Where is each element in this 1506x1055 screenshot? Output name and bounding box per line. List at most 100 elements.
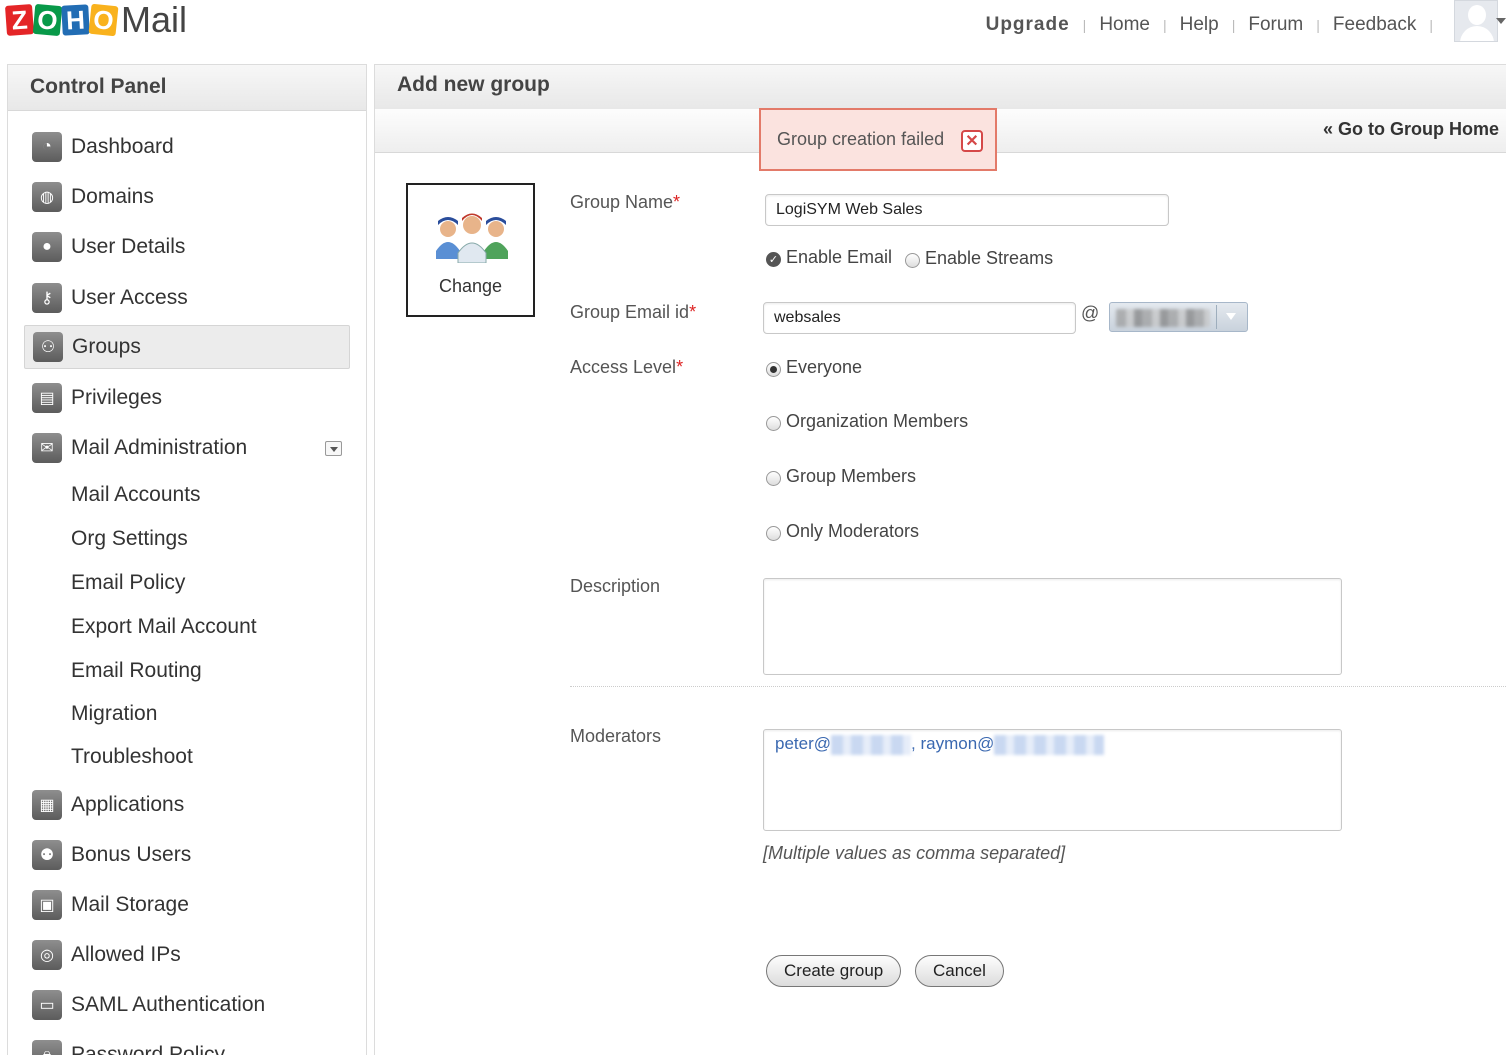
create-group-button[interactable]: Create group	[766, 955, 902, 987]
change-image-label: Change	[438, 276, 503, 296]
redacted-domain	[1116, 309, 1210, 327]
sidebar-item-mail-administration[interactable]: ✉ Mail Administration	[24, 426, 350, 470]
moderator-email: peter@	[775, 734, 832, 753]
access-group-members-radio[interactable]: Group Members	[766, 466, 916, 487]
sidebar-item-label: Password Policy	[71, 1043, 226, 1055]
sidebar-item-label: Allowed IPs	[71, 943, 181, 966]
access-option-label: Only Moderators	[786, 521, 920, 541]
envelope-icon: ✉	[32, 433, 62, 463]
alert-message: Group creation failed	[777, 129, 945, 149]
go-to-group-home-link[interactable]: « Go to Group Home	[1323, 119, 1499, 140]
logo-product-name: Mail	[121, 0, 188, 40]
sidebar-item-label: Applications	[71, 793, 185, 816]
sidebar-subitem-email-routing[interactable]: Email Routing	[71, 659, 202, 683]
moderators-textarea[interactable]: peter@ , raymon@	[763, 729, 1342, 831]
enable-email-checkbox[interactable]: ✓ Enable Email	[766, 247, 892, 268]
sidebar-item-groups[interactable]: ⚇ Groups	[24, 325, 350, 369]
sidebar-item-bonus-users[interactable]: ⚉ Bonus Users	[24, 833, 350, 877]
home-link[interactable]: Home	[1099, 14, 1150, 36]
redacted-domain	[994, 734, 1105, 755]
feedback-link[interactable]: Feedback	[1333, 14, 1416, 36]
domain-select[interactable]	[1109, 302, 1248, 332]
enable-email-label: Enable Email	[786, 247, 893, 267]
sidebar-item-label: User Details	[71, 235, 186, 258]
sidebar-item-label: Domains	[71, 185, 154, 208]
group-people-icon	[436, 213, 508, 263]
avatar-dropdown-icon[interactable]	[1496, 18, 1506, 24]
sidebar-item-label: Mail Storage	[71, 893, 189, 916]
sidebar-item-password-policy[interactable]: 🔒︎ Password Policy	[24, 1033, 350, 1055]
enable-streams-checkbox[interactable]: Enable Streams	[905, 248, 1053, 269]
avatar-head	[1468, 5, 1486, 25]
control-panel-sidebar: Control Panel ◔ Dashboard ◍ Domains ● Us…	[7, 64, 367, 1055]
users-icon: ⚉	[32, 840, 62, 870]
group-name-label: Group Name*	[570, 192, 681, 212]
radio-icon	[766, 416, 781, 431]
group-icon: ⚇	[33, 332, 63, 362]
sidebar-item-user-access[interactable]: ⚷ User Access	[24, 276, 350, 320]
nav-separator: |	[1316, 17, 1320, 33]
sidebar-subitem-mail-accounts[interactable]: Mail Accounts	[71, 483, 201, 507]
radio-icon	[766, 471, 781, 486]
sidebar-item-privileges[interactable]: ▤ Privileges	[24, 376, 350, 420]
sidebar-subitem-migration[interactable]: Migration	[71, 702, 157, 726]
description-textarea[interactable]	[763, 578, 1342, 675]
sidebar-item-saml-authentication[interactable]: ▭ SAML Authentication	[24, 983, 350, 1027]
help-link[interactable]: Help	[1180, 14, 1219, 36]
zoho-mail-logo[interactable]: Z O H O Mail	[4, 0, 188, 40]
forum-link[interactable]: Forum	[1248, 14, 1303, 36]
monitor-icon: ▭	[32, 990, 62, 1020]
sidebar-item-label: User Access	[71, 286, 188, 309]
enable-streams-label: Enable Streams	[925, 248, 1054, 268]
collapse-toggle-icon[interactable]	[325, 441, 342, 456]
sidebar-item-label: Privileges	[71, 386, 163, 409]
group-email-label: Group Email id*	[570, 302, 697, 322]
group-image-change-button[interactable]: Change	[406, 183, 535, 317]
sidebar-item-domains[interactable]: ◍ Domains	[24, 175, 350, 219]
sidebar-item-label: Mail Administration	[71, 436, 248, 459]
description-label: Description	[570, 576, 661, 596]
radio-icon	[905, 253, 920, 268]
sidebar-item-label: Bonus Users	[71, 843, 192, 866]
lock-icon: 🔒︎	[32, 1040, 62, 1055]
user-avatar[interactable]	[1454, 0, 1498, 42]
storage-icon: ▣	[32, 890, 62, 920]
upgrade-link[interactable]: Upgrade	[986, 14, 1070, 36]
access-only-moderators-radio[interactable]: Only Moderators	[766, 521, 919, 542]
sidebar-item-user-details[interactable]: ● User Details	[24, 225, 350, 269]
nav-separator: |	[1429, 17, 1433, 33]
logo-letter: Z	[4, 4, 35, 36]
network-icon: ◎	[32, 940, 62, 970]
document-icon: ▤	[32, 383, 62, 413]
globe-icon: ◍	[32, 182, 62, 212]
access-option-label: Everyone	[786, 357, 863, 377]
top-navigation: Upgrade | Home | Help | Forum | Feedback…	[986, 14, 1446, 36]
nav-separator: |	[1231, 17, 1236, 33]
access-option-label: Organization Members	[786, 411, 969, 431]
sidebar-subitem-org-settings[interactable]: Org Settings	[71, 527, 188, 551]
sidebar-subitem-email-policy[interactable]: Email Policy	[71, 571, 185, 595]
nav-separator: |	[1082, 17, 1087, 33]
sidebar-item-mail-storage[interactable]: ▣ Mail Storage	[24, 883, 350, 927]
user-icon: ●	[32, 232, 62, 262]
logo-letter: H	[61, 4, 90, 36]
access-level-label: Access Level*	[570, 357, 684, 377]
sidebar-item-applications[interactable]: ▦ Applications	[24, 783, 350, 827]
access-everyone-radio[interactable]: Everyone	[766, 357, 862, 378]
redacted-domain	[831, 734, 912, 755]
radio-selected-icon	[766, 362, 781, 377]
zoho-logo-letters: Z O H O	[4, 4, 119, 37]
group-name-input[interactable]	[765, 194, 1169, 226]
sidebar-subitem-troubleshoot[interactable]: Troubleshoot	[71, 745, 193, 769]
access-organization-members-radio[interactable]: Organization Members	[766, 411, 968, 432]
user-key-icon: ⚷	[32, 283, 62, 313]
sidebar-item-dashboard[interactable]: ◔ Dashboard	[24, 125, 350, 169]
cancel-button[interactable]: Cancel	[915, 955, 1004, 987]
sidebar-subitem-export-mail-account[interactable]: Export Mail Account	[71, 615, 257, 639]
group-email-input[interactable]	[763, 302, 1076, 334]
close-icon[interactable]: ✕	[961, 130, 983, 152]
sidebar-item-label: Groups	[72, 335, 141, 358]
avatar-body	[1460, 26, 1494, 41]
sidebar-item-allowed-ips[interactable]: ◎ Allowed IPs	[24, 933, 350, 977]
control-panel-title: Control Panel	[8, 65, 366, 111]
